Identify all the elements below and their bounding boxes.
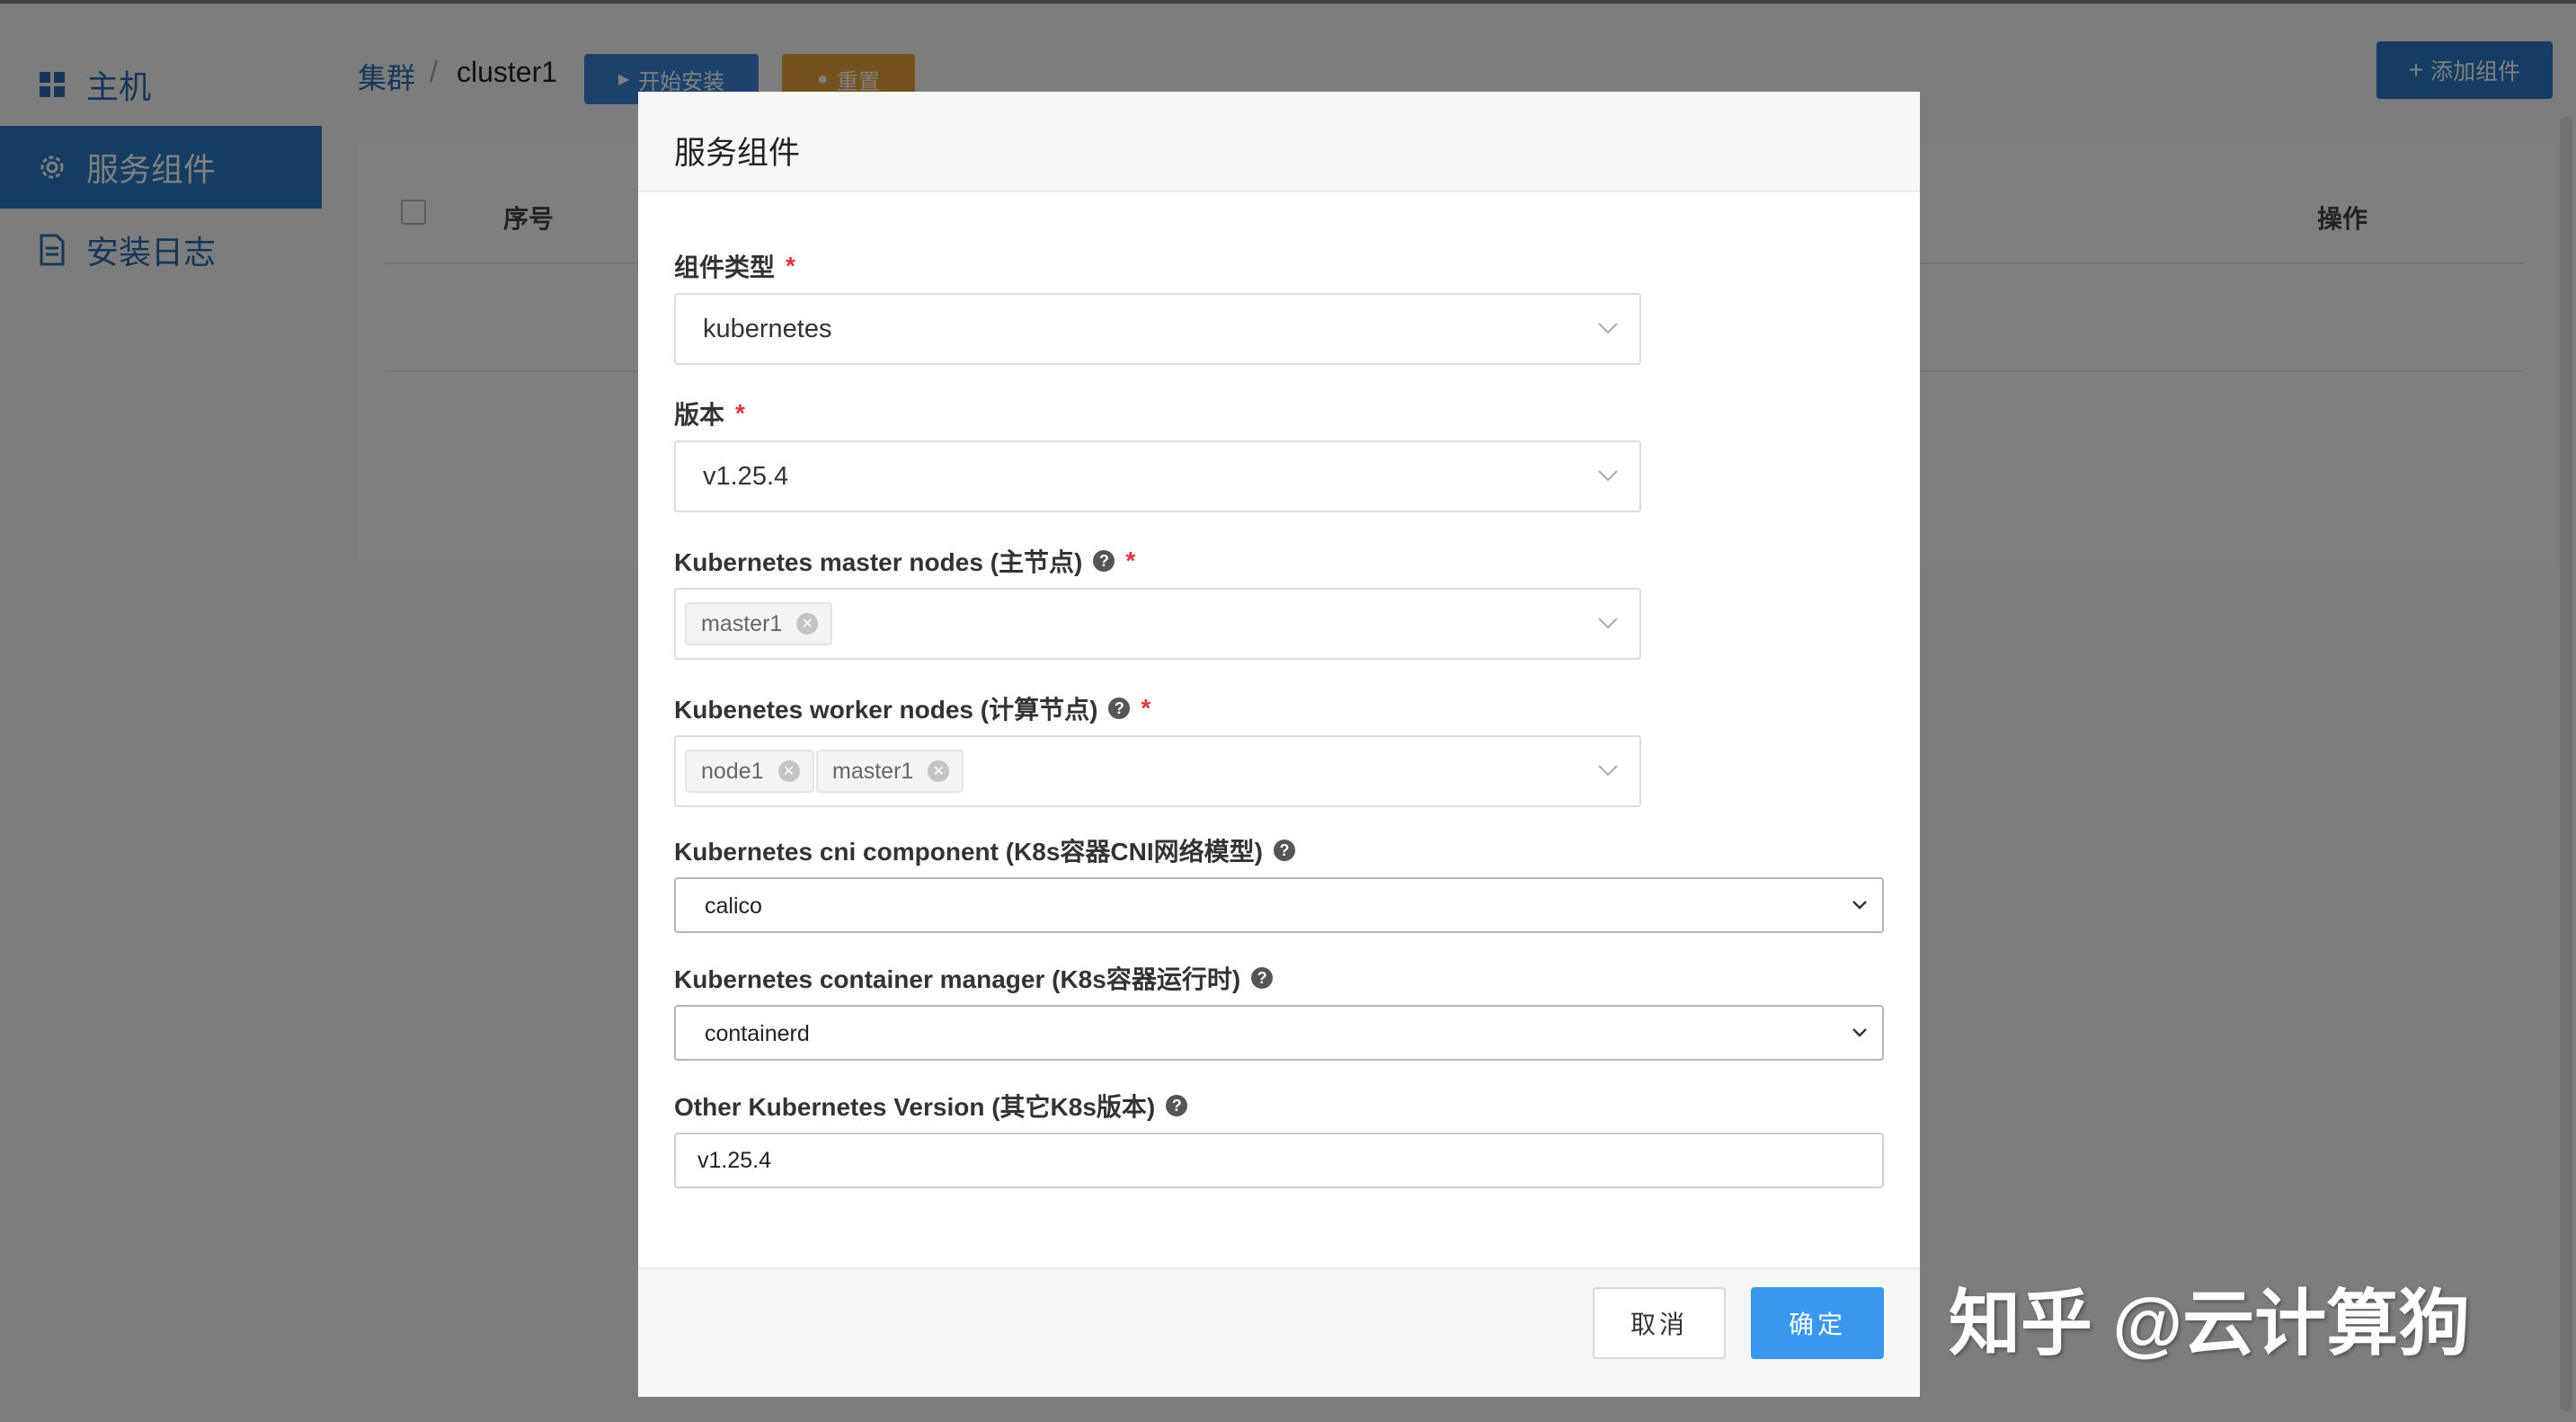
component-type-value: kubernetes (703, 315, 832, 343)
tag-master1: master1 ✕ (685, 602, 833, 645)
master-nodes-label: Kubernetes master nodes (主节点) ? * (674, 543, 1135, 579)
container-manager-label: Kubernetes container manager (K8s容器运行时) … (674, 960, 1274, 996)
version-value: v1.25.4 (703, 462, 789, 491)
dialog-header: 服务组件 (638, 92, 1920, 192)
help-icon[interactable]: ? (1093, 550, 1115, 572)
container-manager-value: containerd (705, 1021, 810, 1046)
required-mark: * (1125, 547, 1136, 574)
master-nodes-multiselect[interactable]: master1 ✕ (674, 588, 1641, 660)
help-icon[interactable]: ? (1166, 1095, 1188, 1116)
container-manager-label-text: Kubernetes container manager (K8s容器运行时) (674, 965, 1241, 993)
chevron-down-icon (1850, 1025, 1870, 1045)
cancel-button[interactable]: 取消 (1593, 1287, 1726, 1359)
other-version-input[interactable] (674, 1133, 1884, 1188)
confirm-button[interactable]: 确定 (1751, 1287, 1884, 1359)
tag-label: node1 (701, 758, 764, 784)
cni-label-text: Kubernetes cni component (K8s容器CNI网络模型) (674, 838, 1263, 866)
worker-nodes-label-text: Kubenetes worker nodes (计算节点) (674, 696, 1098, 724)
master-nodes-label-text: Kubernetes master nodes (主节点) (674, 548, 1083, 576)
dialog-footer (638, 1267, 1920, 1397)
chevron-down-icon (1596, 762, 1620, 783)
cni-label: Kubernetes cni component (K8s容器CNI网络模型) … (674, 832, 1295, 868)
remove-tag-icon[interactable]: ✕ (777, 760, 800, 782)
help-icon[interactable]: ? (1273, 840, 1295, 861)
component-type-select[interactable]: kubernetes (674, 293, 1641, 365)
version-select[interactable]: v1.25.4 (674, 440, 1641, 512)
help-icon[interactable]: ? (1251, 967, 1274, 989)
watermark: 知乎 @云计算狗 (1949, 1284, 2471, 1364)
tag-label: master1 (701, 610, 783, 636)
required-mark: * (1141, 694, 1151, 722)
chevron-down-icon (1850, 897, 1870, 918)
service-component-dialog: 服务组件 组件类型 * kubernetes 版本 * v1.25.4 Kube… (638, 92, 1920, 1397)
cni-select[interactable]: calico (674, 877, 1884, 933)
version-label-text: 版本 (674, 401, 725, 429)
chevron-down-icon (1596, 320, 1620, 341)
tag-master1: master1 ✕ (816, 750, 964, 793)
tag-label: master1 (832, 758, 914, 784)
dialog-title: 服务组件 (674, 136, 801, 171)
container-manager-select[interactable]: containerd (674, 1005, 1884, 1061)
other-version-label-text: Other Kubernetes Version (其它K8s版本) (674, 1093, 1156, 1121)
component-type-label: 组件类型 * (674, 248, 795, 284)
component-type-label-text: 组件类型 (674, 253, 776, 281)
chevron-down-icon (1596, 467, 1620, 488)
worker-nodes-multiselect[interactable]: node1 ✕ master1 ✕ (674, 735, 1641, 807)
tag-node1: node1 ✕ (685, 750, 814, 793)
worker-nodes-label: Kubenetes worker nodes (计算节点) ? * (674, 690, 1150, 726)
required-mark: * (786, 252, 795, 280)
version-label: 版本 * (674, 395, 745, 431)
remove-tag-icon[interactable]: ✕ (796, 613, 819, 635)
cni-value: calico (705, 893, 762, 919)
help-icon[interactable]: ? (1108, 698, 1131, 719)
required-mark: * (735, 399, 745, 427)
remove-tag-icon[interactable]: ✕ (928, 760, 950, 782)
chevron-down-icon (1596, 615, 1620, 635)
other-version-label: Other Kubernetes Version (其它K8s版本) ? (674, 1088, 1188, 1124)
